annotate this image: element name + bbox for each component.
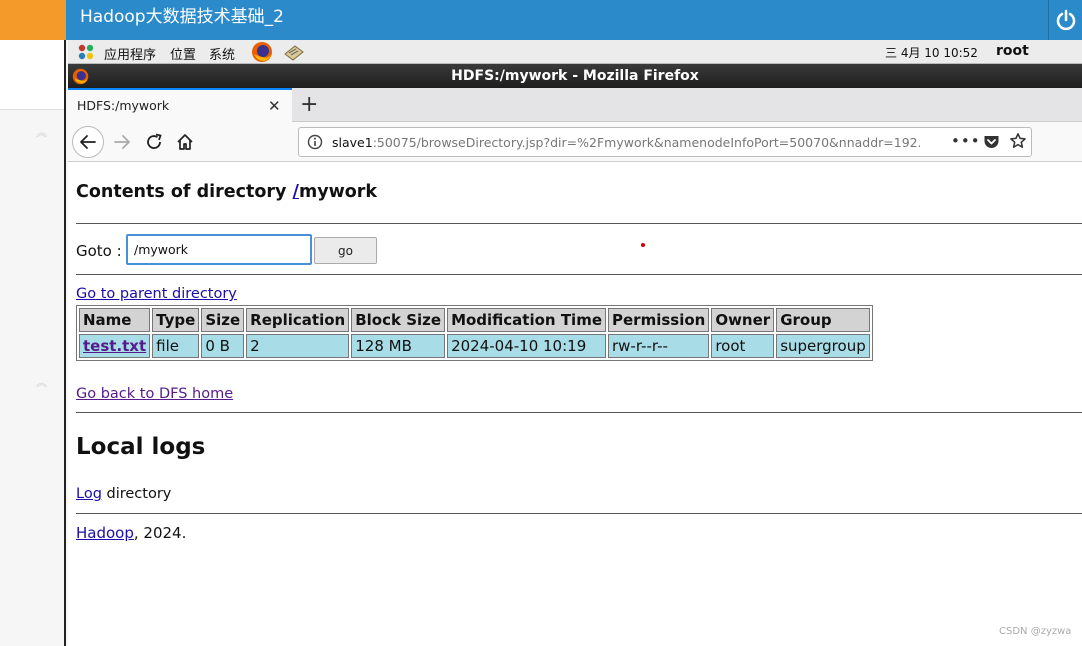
heading-prefix: Contents of directory bbox=[76, 182, 293, 202]
cell-owner: root bbox=[711, 334, 775, 358]
power-button[interactable] bbox=[1048, 0, 1082, 40]
page-content: Contents of directory /mywork Goto : go … bbox=[68, 162, 1082, 646]
cell-name: test.txt bbox=[79, 334, 151, 358]
tab-label: HDFS:/mywork bbox=[77, 98, 170, 113]
goto-label: Goto : bbox=[76, 242, 122, 260]
table-row: test.txt file 0 B 2 128 MB 2024-04-10 10… bbox=[79, 334, 870, 358]
applications-icon[interactable] bbox=[76, 42, 96, 62]
col-header: Size bbox=[201, 308, 245, 332]
firefox-launcher-icon[interactable] bbox=[251, 41, 273, 63]
parent-directory-link[interactable]: Go to parent directory bbox=[76, 286, 237, 302]
tab-bar: HDFS:/mywork ✕ + bbox=[68, 88, 1082, 122]
applications-menu[interactable]: 应用程序 bbox=[104, 44, 156, 63]
url-path: :50075/browseDirectory.jsp?dir=%2Fmywork… bbox=[372, 135, 920, 150]
col-header: Group bbox=[776, 308, 870, 332]
desktop-panel: 应用程序 位置 系统 三 4月 10 10:52 root bbox=[68, 40, 1082, 64]
window-title: HDFS:/mywork - Mozilla Firefox bbox=[451, 68, 699, 84]
col-header: Modification Time bbox=[447, 308, 606, 332]
directory-listing-table: Name Type Size Replication Block Size Mo… bbox=[76, 305, 873, 361]
col-header: Name bbox=[79, 308, 151, 332]
left-side-panel: ︽ ︽ bbox=[0, 40, 66, 646]
cell-block-size: 128 MB bbox=[351, 334, 446, 358]
goto-input[interactable] bbox=[126, 234, 312, 265]
url-host: slave1 bbox=[332, 135, 373, 150]
banner-accent bbox=[0, 0, 66, 40]
cell-type: file bbox=[152, 334, 200, 358]
divider bbox=[76, 274, 1082, 275]
cell-modification-time: 2024-04-10 10:19 bbox=[447, 334, 606, 358]
page-title: Contents of directory /mywork bbox=[76, 182, 377, 202]
home-button[interactable] bbox=[169, 126, 201, 158]
url-bar[interactable]: slave1:50075/browseDirectory.jsp?dir=%2F… bbox=[298, 127, 1032, 157]
collapse-arrow-icon[interactable]: ︽ bbox=[36, 374, 47, 390]
file-link[interactable]: test.txt bbox=[83, 337, 146, 355]
tab-close-icon[interactable]: ✕ bbox=[268, 97, 281, 115]
editor-launcher-icon[interactable] bbox=[283, 42, 305, 62]
heading-dir: mywork bbox=[298, 182, 378, 202]
table-header-row: Name Type Size Replication Block Size Mo… bbox=[79, 308, 870, 332]
col-header: Replication bbox=[246, 308, 350, 332]
window-titlebar: HDFS:/mywork - Mozilla Firefox bbox=[68, 64, 1082, 88]
hadoop-link[interactable]: Hadoop bbox=[76, 524, 134, 542]
home-icon bbox=[177, 134, 193, 150]
footer-suffix: , 2024. bbox=[133, 524, 187, 542]
forward-arrow-icon bbox=[114, 135, 130, 149]
top-banner: Hadoop大数据技术基础_2 bbox=[0, 0, 1082, 40]
clock[interactable]: 三 4月 10 10:52 bbox=[885, 44, 978, 61]
divider bbox=[76, 513, 1082, 514]
pocket-icon[interactable] bbox=[983, 134, 1000, 150]
banner-title: Hadoop大数据技术基础_2 bbox=[80, 7, 284, 27]
reload-button[interactable] bbox=[138, 126, 170, 158]
cell-permission: rw-r--r-- bbox=[608, 334, 710, 358]
back-arrow-icon bbox=[80, 135, 96, 149]
info-icon[interactable] bbox=[307, 134, 323, 150]
power-icon bbox=[1056, 9, 1075, 31]
url-text[interactable]: slave1:50075/browseDirectory.jsp?dir=%2F… bbox=[332, 135, 920, 150]
page-actions-icon[interactable]: ••• bbox=[951, 132, 981, 150]
reload-icon bbox=[147, 133, 162, 149]
back-button[interactable] bbox=[72, 126, 104, 158]
footer: Hadoop, 2024. bbox=[76, 524, 186, 542]
places-menu[interactable]: 位置 bbox=[170, 44, 196, 63]
collapse-arrow-icon[interactable]: ︽ bbox=[36, 124, 47, 140]
watermark: CSDN @zyzwa bbox=[999, 626, 1072, 637]
user-menu[interactable]: root bbox=[996, 43, 1029, 59]
dfs-home-link[interactable]: Go back to DFS home bbox=[76, 386, 233, 402]
divider bbox=[76, 412, 1082, 413]
cell-size: 0 B bbox=[201, 334, 245, 358]
firefox-icon bbox=[72, 68, 89, 85]
col-header: Owner bbox=[711, 308, 775, 332]
new-tab-button[interactable]: + bbox=[300, 92, 318, 117]
tab-hdfs-mywork[interactable]: HDFS:/mywork ✕ bbox=[68, 88, 292, 122]
local-logs-heading: Local logs bbox=[76, 434, 206, 460]
bookmark-star-icon[interactable] bbox=[1009, 132, 1027, 150]
navigation-toolbar: slave1:50075/browseDirectory.jsp?dir=%2F… bbox=[68, 122, 1082, 162]
log-line: Log directory bbox=[76, 486, 171, 502]
system-menu[interactable]: 系统 bbox=[209, 44, 235, 63]
col-header: Block Size bbox=[351, 308, 446, 332]
divider bbox=[76, 223, 1082, 224]
col-header: Type bbox=[152, 308, 200, 332]
cursor-marker bbox=[641, 243, 645, 247]
left-panel-block bbox=[0, 40, 64, 110]
cell-replication: 2 bbox=[246, 334, 350, 358]
log-link[interactable]: Log bbox=[76, 486, 102, 502]
forward-button[interactable] bbox=[106, 126, 138, 158]
col-header: Permission bbox=[608, 308, 710, 332]
log-suffix: directory bbox=[101, 486, 172, 502]
go-button[interactable]: go bbox=[314, 237, 377, 264]
cell-group: supergroup bbox=[776, 334, 870, 358]
